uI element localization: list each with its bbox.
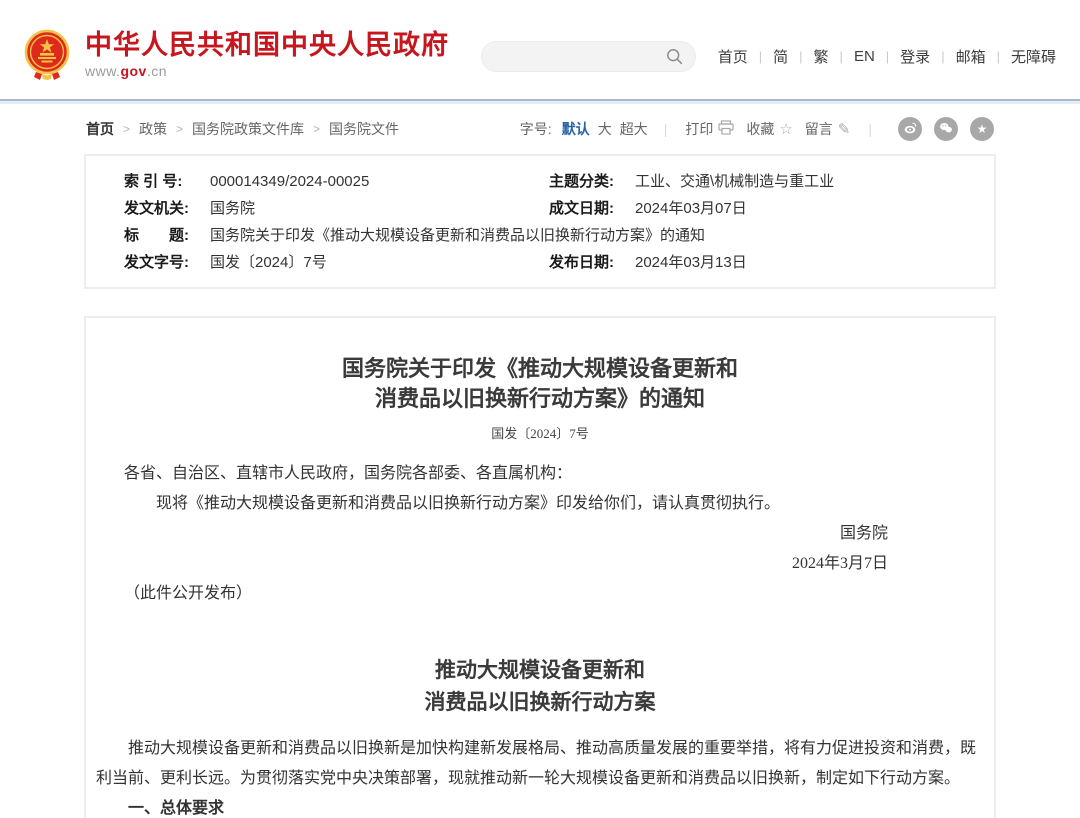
nav-separator: | — [759, 49, 762, 64]
pencil-icon: ✎ — [838, 122, 851, 137]
weibo-icon — [903, 121, 917, 138]
meta-label: 标 题: — [124, 222, 210, 249]
comment-label: 留言 — [805, 119, 833, 139]
meta-field-title: 标 题: 国务院关于印发《推动大规模设备更新和消费品以旧换新行动方案》的通知 — [86, 222, 994, 249]
header-right: 首页 | 简 | 繁 | EN | 登录 | 邮箱 | 无障碍 — [481, 37, 1058, 72]
meta-value: 国发〔2024〕7号 — [210, 249, 327, 276]
nav-separator: | — [941, 49, 944, 64]
nav-link-login[interactable]: 登录 — [898, 46, 932, 67]
meta-label: 索 引 号: — [124, 168, 210, 195]
forward-paragraph: 现将《推动大规模设备更新和消费品以旧换新行动方案》印发给你们，请认真贯彻执行。 — [124, 489, 984, 519]
meta-field-topic: 主题分类: 工业、交通\机械制造与重工业 — [549, 168, 994, 195]
plan-intro-paragraph: 推动大规模设备更新和消费品以旧换新是加快构建新发展格局、推动高质量发展的重要举措… — [96, 734, 984, 794]
site-url-www: www. — [85, 63, 120, 79]
site-url-gov: gov — [120, 63, 146, 79]
salutation: 各省、自治区、直辖市人民政府，国务院各部委、各直属机构： — [124, 459, 984, 489]
meta-value: 国务院 — [210, 195, 255, 222]
breadcrumb-policy-library[interactable]: 国务院政策文件库 — [192, 119, 304, 139]
signer: 国务院 — [124, 519, 984, 549]
meta-label: 发布日期: — [549, 249, 635, 276]
wechat-icon — [939, 121, 953, 138]
search-icon[interactable] — [666, 48, 683, 65]
search-input[interactable] — [494, 49, 666, 65]
share-wechat-button[interactable] — [934, 117, 958, 141]
meta-field-agency: 发文机关: 国务院 — [86, 195, 549, 222]
document-title-line1: 国务院关于印发《推动大规模设备更新和 — [96, 354, 984, 384]
search-box[interactable] — [481, 41, 696, 72]
site-url: www.gov.cn — [85, 63, 449, 79]
printer-icon — [718, 120, 734, 138]
nav-link-english[interactable]: EN — [852, 48, 877, 65]
breadcrumb-separator: > — [313, 122, 320, 136]
meta-label: 发文字号: — [124, 249, 210, 276]
breadcrumb-home[interactable]: 首页 — [86, 119, 114, 139]
plan-body: 推动大规模设备更新和消费品以旧换新是加快构建新发展格局、推动高质量发展的重要举措… — [96, 734, 984, 818]
meta-value: 000014349/2024-00025 — [210, 168, 369, 195]
share-buttons: ★ — [898, 117, 994, 141]
nav-separator: | — [997, 49, 1000, 64]
print-label: 打印 — [685, 119, 713, 139]
document-title: 国务院关于印发《推动大规模设备更新和 消费品以旧换新行动方案》的通知 — [96, 354, 984, 414]
site-title: 中华人民共和国中央人民政府 — [85, 30, 449, 60]
meta-value: 工业、交通\机械制造与重工业 — [635, 168, 834, 195]
font-size-label: 字号: — [520, 119, 552, 139]
nav-link-traditional[interactable]: 繁 — [812, 46, 831, 67]
notice-letter: 各省、自治区、直辖市人民政府，国务院各部委、各直属机构： 现将《推动大规模设备更… — [96, 459, 984, 609]
national-emblem-icon — [22, 29, 72, 81]
site-url-cn: .cn — [147, 63, 167, 79]
top-nav: 首页 | 简 | 繁 | EN | 登录 | 邮箱 | 无障碍 — [716, 46, 1058, 67]
favorite-button[interactable]: 收藏 ☆ — [746, 119, 792, 139]
nav-separator: | — [840, 49, 843, 64]
document-number: 国发〔2024〕7号 — [96, 423, 984, 442]
font-size-large-button[interactable]: 大 — [598, 119, 612, 139]
plan-title-line1: 推动大规模设备更新和 — [96, 654, 984, 686]
star-outline-icon: ☆ — [779, 122, 792, 137]
document-body: 国务院关于印发《推动大规模设备更新和 消费品以旧换新行动方案》的通知 国发〔20… — [84, 316, 996, 818]
meta-field-written-date: 成文日期: 2024年03月07日 — [549, 195, 994, 222]
sign-date: 2024年3月7日 — [124, 549, 984, 579]
nav-link-mail[interactable]: 邮箱 — [954, 46, 988, 67]
page-toolbar: 字号: 默认 大 超大 | 打印 收藏 ☆ 留言 — [520, 117, 994, 141]
favorite-label: 收藏 — [746, 119, 774, 139]
share-weibo-button[interactable] — [898, 117, 922, 141]
breadcrumb-toolbar-row: 首页 > 政策 > 国务院政策文件库 > 国务院文件 字号: 默认 大 超大 |… — [84, 101, 996, 154]
document-title-line2: 消费品以旧换新行动方案》的通知 — [96, 384, 984, 414]
nav-link-simplified[interactable]: 简 — [771, 46, 790, 67]
nav-separator: | — [886, 49, 889, 64]
print-button[interactable]: 打印 — [685, 119, 734, 139]
meta-label: 发文机关: — [124, 195, 210, 222]
nav-link-home[interactable]: 首页 — [716, 46, 750, 67]
share-more-button[interactable]: ★ — [970, 117, 994, 141]
breadcrumb: 首页 > 政策 > 国务院政策文件库 > 国务院文件 — [86, 119, 399, 139]
meta-label: 主题分类: — [549, 168, 635, 195]
breadcrumb-separator: > — [176, 122, 183, 136]
comment-button[interactable]: 留言 ✎ — [805, 119, 851, 139]
meta-value: 2024年03月07日 — [635, 195, 747, 222]
meta-value: 2024年03月13日 — [635, 249, 747, 276]
toolbar-separator: | — [664, 121, 668, 137]
breadcrumb-state-council-docs[interactable]: 国务院文件 — [329, 119, 399, 139]
toolbar-separator: | — [868, 121, 872, 137]
nav-link-accessibility[interactable]: 无障碍 — [1009, 46, 1058, 67]
share-star-icon: ★ — [977, 122, 988, 136]
nav-separator: | — [799, 49, 802, 64]
breadcrumb-separator: > — [123, 122, 130, 136]
section-1-heading: 一、总体要求 — [96, 794, 984, 818]
site-header: 中华人民共和国中央人民政府 www.gov.cn 首页 | 简 | 繁 | EN… — [0, 0, 1080, 101]
site-logo[interactable]: 中华人民共和国中央人民政府 www.gov.cn — [22, 29, 449, 81]
plan-title-line2: 消费品以旧换新行动方案 — [96, 686, 984, 718]
font-size-xlarge-button[interactable]: 超大 — [620, 119, 648, 139]
public-release-note: （此件公开发布） — [124, 579, 984, 609]
meta-field-publish-date: 发布日期: 2024年03月13日 — [549, 249, 994, 276]
document-metadata: 索 引 号: 000014349/2024-00025 主题分类: 工业、交通\… — [84, 154, 996, 289]
font-size-default-button[interactable]: 默认 — [562, 119, 590, 139]
plan-title: 推动大规模设备更新和 消费品以旧换新行动方案 — [96, 654, 984, 718]
meta-field-doc-number: 发文字号: 国发〔2024〕7号 — [86, 249, 549, 276]
meta-label: 成文日期: — [549, 195, 635, 222]
breadcrumb-policy[interactable]: 政策 — [139, 119, 167, 139]
meta-value: 国务院关于印发《推动大规模设备更新和消费品以旧换新行动方案》的通知 — [210, 222, 705, 249]
meta-field-index: 索 引 号: 000014349/2024-00025 — [86, 168, 549, 195]
